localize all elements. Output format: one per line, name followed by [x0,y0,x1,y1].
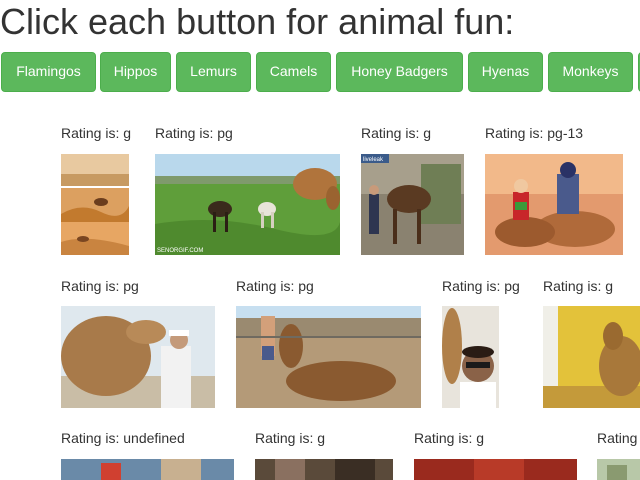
animal-gif [255,459,393,480]
camels-field-gif: SENORGIF.COM [155,154,340,255]
rating-label: Rating is: pg [155,125,233,141]
camel-desert-gif [61,154,129,255]
lemurs-button[interactable]: Lemurs [176,52,251,92]
rating-label: Rating is: g [255,430,326,446]
batman-robin-camels-gif [485,154,623,255]
hippos-button[interactable]: Hippos [100,52,171,92]
rating-label: Rating is: g [61,125,132,141]
watermark: liveleak [363,157,384,163]
rating-label: Rating is: pg [236,278,314,294]
rating-label: Rating [597,430,638,446]
animal-button-bar: Flamingos Hippos Lemurs Camels Honey Bad… [0,52,640,92]
monkeys-button[interactable]: Monkeys [548,52,633,92]
camels-button[interactable]: Camels [256,52,331,92]
camel-yellow-room-gif [543,306,640,408]
animal-gif [61,459,234,480]
boy-camel-gif [442,306,499,408]
rating-label: Rating is: pg-13 [485,125,584,141]
woman-kneeling-camel-gif [236,306,421,408]
animal-gif [597,459,640,480]
rating-label: Rating is: g [543,278,614,294]
rating-label: Rating is: pg [442,278,520,294]
animal-gif [414,459,577,480]
camel-man-gif [61,306,215,408]
rating-label: Rating is: undefined [61,430,185,446]
watermark: SENORGIF.COM [157,248,203,254]
page-title: Click each button for animal fun: [0,1,515,42]
camel-people-gif: liveleak [361,154,464,255]
honey-badgers-button[interactable]: Honey Badgers [336,52,463,92]
rating-label: Rating is: g [361,125,432,141]
flamingos-button[interactable]: Flamingos [1,52,96,92]
rating-label: Rating is: pg [61,278,139,294]
rating-label: Rating is: g [414,430,485,446]
hyenas-button[interactable]: Hyenas [468,52,543,92]
